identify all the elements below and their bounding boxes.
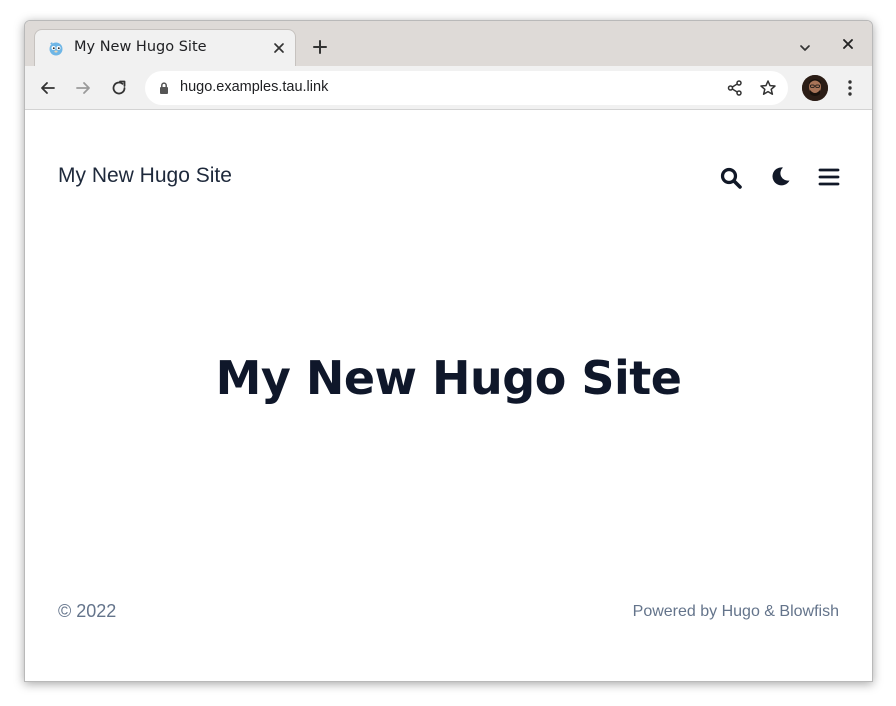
hugo-gopher-icon [49,42,63,56]
tab-search-chevron-icon[interactable] [797,40,813,56]
blowfish-link[interactable]: Blowfish [779,603,839,620]
hero-title: My New Hugo Site [215,351,682,405]
reload-icon[interactable] [109,78,129,98]
tab-strip: My New Hugo Site [25,21,872,66]
share-icon[interactable] [726,79,744,97]
hugo-link[interactable]: Hugo [722,603,760,620]
powered-by-ampersand: & [764,603,775,620]
kebab-menu-icon[interactable] [840,78,860,98]
lock-icon[interactable] [157,81,171,95]
avatar-image-icon [802,75,828,101]
hamburger-menu-icon[interactable] [818,166,840,188]
forward-arrow-icon[interactable] [73,78,93,98]
footer-copyright: © 2022 [58,601,117,621]
url-text[interactable]: hugo.examples.tau.link [180,79,328,95]
browser-window: My New Hugo Site hugo.examples.tau.link … [24,20,873,682]
back-arrow-icon[interactable] [38,78,58,98]
new-tab-plus-icon[interactable] [311,38,329,56]
footer-powered-by: Powered by Hugo & Blowfish [633,603,839,621]
search-icon[interactable] [719,166,743,190]
address-bar[interactable]: hugo.examples.tau.link [145,71,788,105]
window-close-icon[interactable] [840,36,856,52]
powered-by-prefix: Powered by [632,603,718,620]
tab-title: My New Hugo Site [74,39,207,55]
profile-avatar[interactable] [802,75,828,101]
browser-tab[interactable]: My New Hugo Site [34,29,296,66]
browser-toolbar: hugo.examples.tau.link [25,66,872,110]
moon-icon[interactable] [769,165,791,187]
page-content: My New Hugo Site My New Hugo Site © 2022… [25,111,872,681]
tab-close-icon[interactable] [271,40,287,56]
site-logo-link[interactable]: My New Hugo Site [58,164,232,188]
star-icon[interactable] [759,79,777,97]
